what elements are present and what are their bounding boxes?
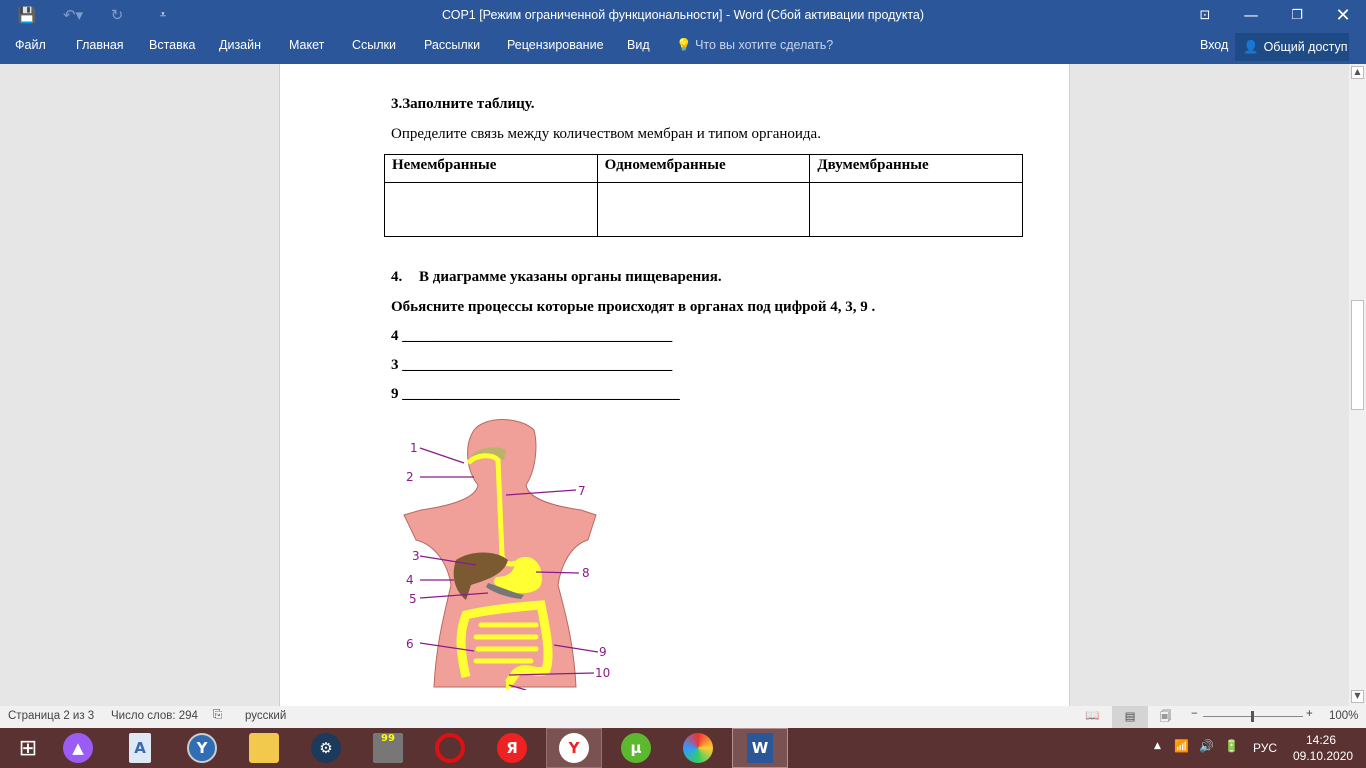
tab-view[interactable]: Вид <box>627 38 650 52</box>
answer-line-9[interactable]: 9 _____________________________________ <box>391 386 680 403</box>
scroll-up-icon[interactable]: ▲ <box>1351 66 1364 79</box>
title-bar: 💾 ↶▾ ↻ ⩡ СОР1 [Режим ограниченной функци… <box>0 0 1366 30</box>
taskbar-steam[interactable]: ⚙ <box>298 728 354 768</box>
alice-icon: ▲ <box>63 733 93 763</box>
page-count[interactable]: Страница 2 из 3 <box>8 710 94 722</box>
yu-icon: Y <box>187 733 217 763</box>
zoom-level[interactable]: 100% <box>1329 710 1358 722</box>
taskbar-word[interactable]: W <box>732 728 788 768</box>
table-header: Двумембранные <box>809 154 1023 183</box>
taskbar-explorer[interactable] <box>236 728 292 768</box>
tab-mailings[interactable]: Рассылки <box>424 38 480 52</box>
taskbar-yu[interactable]: Y <box>174 728 230 768</box>
q3-instruction: Определите связь между количеством мембр… <box>391 126 821 142</box>
diagram-label: 2 <box>406 470 414 484</box>
close-button[interactable]: ✕ <box>1320 0 1366 30</box>
language-indicator[interactable]: русский <box>245 710 286 722</box>
vertical-scrollbar[interactable]: ▲ ▼ <box>1349 64 1366 706</box>
diagram-label: 7 <box>578 484 586 498</box>
document-page[interactable]: 3.Заполните таблицу. Определите связь ме… <box>279 64 1070 706</box>
share-button[interactable]: 👤 Общий доступ <box>1235 33 1349 61</box>
show-hidden-icons[interactable]: ▲ <box>1154 741 1161 751</box>
windows-icon: ⊞ <box>18 735 38 761</box>
table-cell[interactable] <box>809 182 1023 237</box>
battery-icon[interactable]: 🔋 <box>1224 739 1239 753</box>
diagram-label: 10 <box>595 666 610 680</box>
taskbar-yandex[interactable]: Я <box>484 728 540 768</box>
taskbar-utorrent[interactable]: µ <box>608 728 664 768</box>
colorful-app-icon <box>683 733 713 763</box>
yandex-icon: Я <box>497 733 527 763</box>
signin-link[interactable]: Вход <box>1200 38 1228 52</box>
taskbar-app[interactable] <box>670 728 726 768</box>
web-layout-icon[interactable]: 🗐 <box>1160 709 1172 728</box>
scroll-down-icon[interactable]: ▼ <box>1351 690 1364 703</box>
ribbon-display-icon[interactable]: ⊡ <box>1182 0 1228 30</box>
zoom-out-button[interactable]: − <box>1191 708 1198 720</box>
taskbar-yandex-browser[interactable]: Y <box>546 728 602 768</box>
diagram-label: 4 <box>406 573 414 587</box>
diagram-label: 3 <box>412 549 420 563</box>
clock-time[interactable]: 14:26 <box>1306 733 1336 747</box>
taskbar-opera[interactable] <box>422 728 478 768</box>
tab-layout[interactable]: Макет <box>289 38 324 52</box>
diagram-label: 8 <box>582 566 590 580</box>
ribbon-tabs: Файл Главная Вставка Дизайн Макет Ссылки… <box>0 30 1366 64</box>
word-icon: W <box>747 733 773 763</box>
diagram-label: 5 <box>409 592 417 606</box>
tab-review[interactable]: Рецензирование <box>507 38 604 52</box>
table-header: Одномембранные <box>596 154 811 183</box>
tab-references[interactable]: Ссылки <box>352 38 396 52</box>
scrollbar-thumb[interactable] <box>1351 300 1364 410</box>
table-cell[interactable] <box>596 182 811 237</box>
answer-line-3[interactable]: 3 ____________________________________ <box>391 357 672 374</box>
restore-button[interactable]: ❐ <box>1274 0 1320 30</box>
diagram-label: 1 <box>410 441 418 455</box>
zoom-in-button[interactable]: + <box>1306 708 1313 720</box>
table-header: Немембранные <box>384 154 598 183</box>
taskbar-monitor[interactable]: 99 <box>360 728 416 768</box>
window-title: СОР1 [Режим ограниченной функциональност… <box>441 8 925 22</box>
digestive-system-diagram: 1 2 3 4 5 6 7 8 9 10 <box>403 419 610 690</box>
tab-insert[interactable]: Вставка <box>149 38 195 52</box>
steam-icon: ⚙ <box>311 733 341 763</box>
q4-number: 4. <box>391 269 403 285</box>
answer-line-4[interactable]: 4 ____________________________________ <box>391 328 672 345</box>
opera-icon <box>435 733 465 763</box>
clock-date[interactable]: 09.10.2020 <box>1293 749 1353 763</box>
taskbar: ⊞ ▲ A Y ⚙ 99 Я Y µ W ▲ 📶 🔊 🔋 РУС 14:26 0… <box>0 728 1366 768</box>
utorrent-icon: µ <box>621 733 651 763</box>
read-mode-icon[interactable]: 📖 <box>1085 708 1099 722</box>
monitor-icon: 99 <box>373 733 403 763</box>
taskbar-alice[interactable]: ▲ <box>50 728 106 768</box>
taskbar-wordpad[interactable]: A <box>112 728 168 768</box>
tab-design[interactable]: Дизайн <box>219 38 261 52</box>
q4-heading: В диаграмме указаны органы пищеварения. <box>419 269 722 285</box>
wordpad-icon: A <box>129 733 151 763</box>
status-bar: Страница 2 из 3 Число слов: 294 ⎘ русски… <box>0 706 1366 728</box>
lightbulb-icon: 💡 <box>676 38 692 52</box>
diagram-label: 9 <box>599 645 607 659</box>
tab-file[interactable]: Файл <box>15 38 46 52</box>
word-count[interactable]: Число слов: 294 <box>111 710 198 722</box>
yandex-browser-icon: Y <box>559 733 589 763</box>
input-language[interactable]: РУС <box>1253 741 1277 755</box>
proofing-icon[interactable]: ⎘ <box>213 709 222 722</box>
q4-instruction: Обьясните процессы которые происходят в … <box>391 299 876 315</box>
table-cell[interactable] <box>384 182 598 237</box>
q3-heading: 3.Заполните таблицу. <box>391 96 535 112</box>
user-add-icon: 👤 <box>1243 39 1259 54</box>
tell-me-search[interactable]: 💡 Что вы хотите сделать? <box>676 38 833 53</box>
minimize-button[interactable]: — <box>1228 0 1274 30</box>
zoom-slider-thumb[interactable] <box>1251 711 1254 722</box>
organelle-table[interactable]: Немембранные Одномембранные Двумембранны… <box>384 154 1023 237</box>
diagram-label: 6 <box>406 637 414 651</box>
folder-icon <box>249 733 279 763</box>
network-icon[interactable]: 📶 <box>1174 739 1189 753</box>
print-layout-icon[interactable]: ▤ <box>1112 706 1148 728</box>
volume-icon[interactable]: 🔊 <box>1199 739 1214 753</box>
start-button[interactable]: ⊞ <box>0 728 56 768</box>
tab-home[interactable]: Главная <box>76 38 124 52</box>
